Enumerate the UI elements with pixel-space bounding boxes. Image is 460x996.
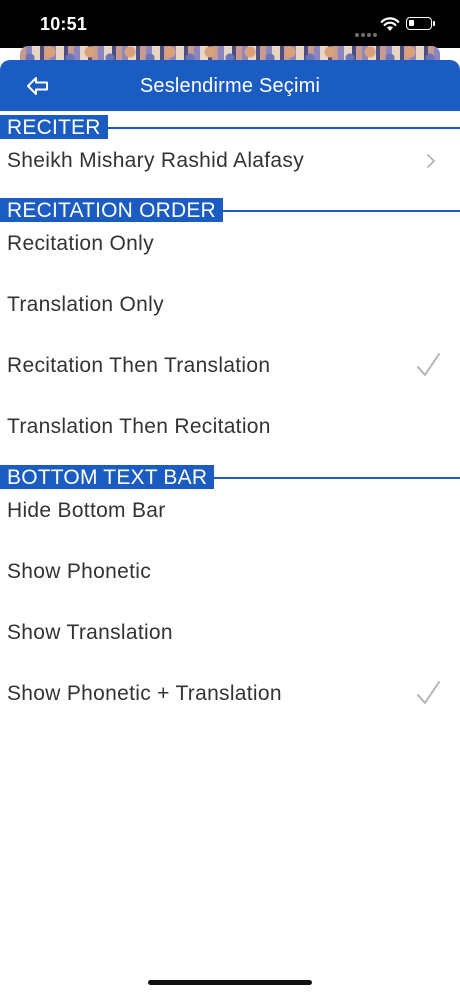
section-header-recitation-order: RECITATION ORDER [0,198,460,222]
option-translation-only[interactable]: Translation Only [0,286,460,326]
option-label: Translation Only [7,293,164,316]
page-title: Seslendirme Seçimi [139,75,321,97]
status-time: 10:51 [40,14,88,34]
reciter-row[interactable]: Sheikh Mishary Rashid Alafasy [0,142,460,182]
option-recitation-only[interactable]: Recitation Only [0,225,460,265]
checkmark-icon [417,681,440,704]
section-title: RECITER [0,115,108,139]
section-header-reciter: RECITER [0,115,460,139]
option-recitation-then-translation[interactable]: Recitation Then Translation [0,347,460,387]
status-bar: 10:51 [0,0,460,48]
section-header-bottom-text-bar: BOTTOM TEXT BAR [0,465,460,489]
option-translation-then-recitation[interactable]: Translation Then Recitation [0,408,460,448]
reciter-name: Sheikh Mishary Rashid Alafasy [7,149,304,172]
option-label: Show Phonetic [7,560,151,583]
wifi-icon [380,17,400,31]
battery-icon [406,17,435,30]
option-show-phonetic-translation[interactable]: Show Phonetic + Translation [0,675,460,715]
option-label: Show Translation [7,621,173,644]
option-show-phonetic[interactable]: Show Phonetic [0,553,460,593]
option-label: Show Phonetic + Translation [7,682,282,705]
checkmark-icon [417,353,440,376]
option-show-translation[interactable]: Show Translation [0,614,460,654]
navigation-bar: Seslendirme Seçimi [0,60,460,111]
home-indicator[interactable] [148,980,312,985]
option-label: Translation Then Recitation [7,415,271,438]
option-label: Hide Bottom Bar [7,499,166,522]
cellular-signal-icon [355,24,379,37]
section-title: BOTTOM TEXT BAR [0,465,215,489]
option-label: Recitation Only [7,232,154,255]
chevron-right-icon [427,154,435,168]
section-title: RECITATION ORDER [0,198,223,222]
option-hide-bottom-bar[interactable]: Hide Bottom Bar [0,492,460,532]
option-label: Recitation Then Translation [7,354,271,377]
